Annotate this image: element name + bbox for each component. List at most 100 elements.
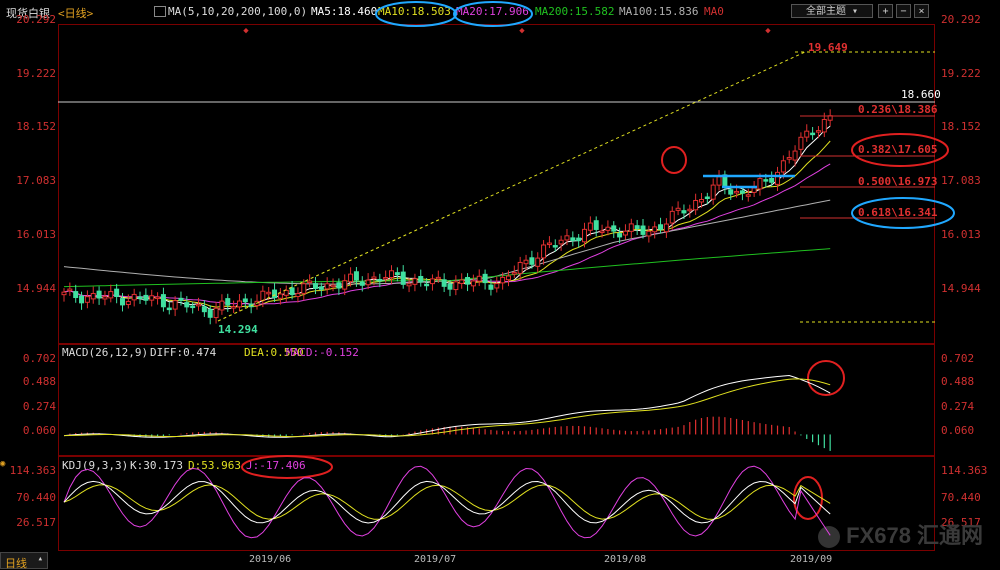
candle-body-91 [593,220,599,230]
candle-body-130 [821,118,827,133]
ma100-line [63,199,831,285]
candle-body-47 [336,282,342,289]
candle-body-66 [447,283,453,290]
candle-body-25 [207,309,213,318]
candle-body-35 [266,291,272,295]
candle-body-31 [242,298,248,303]
candle-body-124 [786,157,792,160]
candle-body-30 [236,300,242,308]
candle-body-40 [295,293,301,298]
candle-body-29 [231,306,237,309]
candle-body-20 [178,297,184,301]
circle-ma20 [453,1,533,27]
candle-body-125 [792,150,798,161]
candle-body-62 [424,283,430,287]
candle-body-85 [558,239,564,245]
candle-body-118 [751,187,757,193]
candle-body-105 [675,207,681,211]
candle-body-100 [646,230,652,237]
candle-body-129 [815,130,821,133]
candle-body-115 [734,190,740,194]
candle-body-76 [505,275,511,281]
candle-body-42 [307,280,313,284]
candle-body-86 [564,235,570,241]
candle-body-73 [488,284,494,290]
candle-body-90 [587,222,593,231]
candle-body-9 [114,288,120,297]
candle-body-70 [470,280,476,287]
candle-body-8 [108,291,114,299]
candle-body-96 [622,230,628,236]
candle-body-109 [698,198,704,203]
fib-500-label: 0.500\16.973 [858,175,938,188]
candle-body-111 [710,184,716,200]
candle-body-77 [511,272,517,275]
candle-body-101 [652,226,658,233]
candle-body-102 [658,224,664,230]
candle-body-52 [365,279,371,286]
candle-body-114 [728,189,734,195]
candle-body-108 [693,199,699,211]
fib-382-label: 0.382\17.605 [858,143,938,156]
candle-body-37 [277,293,283,299]
candle-body-19 [172,300,178,310]
diamond-marker-1: ◆ [519,26,525,36]
candle-body-27 [219,300,225,311]
candle-body-81 [535,257,541,267]
candle-body-94 [611,225,617,232]
candle-body-98 [634,225,640,230]
candle-body-121 [769,177,775,183]
candle-body-54 [377,278,383,282]
candle-body-117 [745,194,751,197]
candle-body-122 [775,171,781,185]
candle-body-68 [459,279,465,284]
candle-body-60 [412,278,418,285]
circle-peak [661,146,687,174]
candle-body-49 [348,273,354,283]
candle-body-80 [529,257,535,265]
candle-body-18 [166,307,172,311]
candle-body-128 [810,132,816,136]
candle-body-110 [704,196,710,199]
macd-diff-line [63,374,831,438]
kdj-d-line [63,484,831,520]
candle-body-123 [780,160,786,173]
candle-body-89 [582,228,588,243]
candle-body-26 [213,307,219,319]
candle-body-10 [119,298,125,306]
candle-body-107 [687,208,693,212]
hline-label: 18.660 [901,88,941,101]
candle-body-104 [669,210,675,224]
candle-body-13 [137,296,143,299]
candle-body-12 [131,293,137,301]
candle-body-97 [628,223,634,232]
candle-body-63 [429,278,435,285]
candle-body-59 [406,283,412,287]
candle-body-11 [125,300,131,305]
candle-body-84 [552,245,558,248]
low-label: 14.294 [218,323,258,336]
fib-618-label: 0.618\16.341 [858,206,938,219]
candle-body-28 [225,298,231,306]
diamond-marker-0: ◆ [243,26,249,36]
candle-body-64 [435,276,441,280]
candle-body-14 [143,294,149,301]
candle-body-103 [663,223,669,233]
chart-window: { "header": { "instrument": "现货白银", "per… [0,0,1000,570]
candle-body-58 [400,271,406,285]
candle-body-15 [149,295,155,301]
candle-body-2 [73,291,79,299]
candle-body-43 [312,283,318,289]
candle-body-4 [84,296,90,303]
candle-body-41 [301,283,307,294]
chart-canvas: ◆ ◆ ◆ [58,1,955,539]
candle-body-69 [465,276,471,285]
candle-body-44 [318,286,324,290]
candle-body-36 [272,289,278,299]
fib-236-label: 0.236\18.386 [858,103,938,116]
candle-body-87 [570,237,576,242]
candle-body-34 [260,290,266,302]
candle-body-7 [102,296,108,300]
ma200-line [63,248,831,288]
candle-body-23 [196,303,202,307]
